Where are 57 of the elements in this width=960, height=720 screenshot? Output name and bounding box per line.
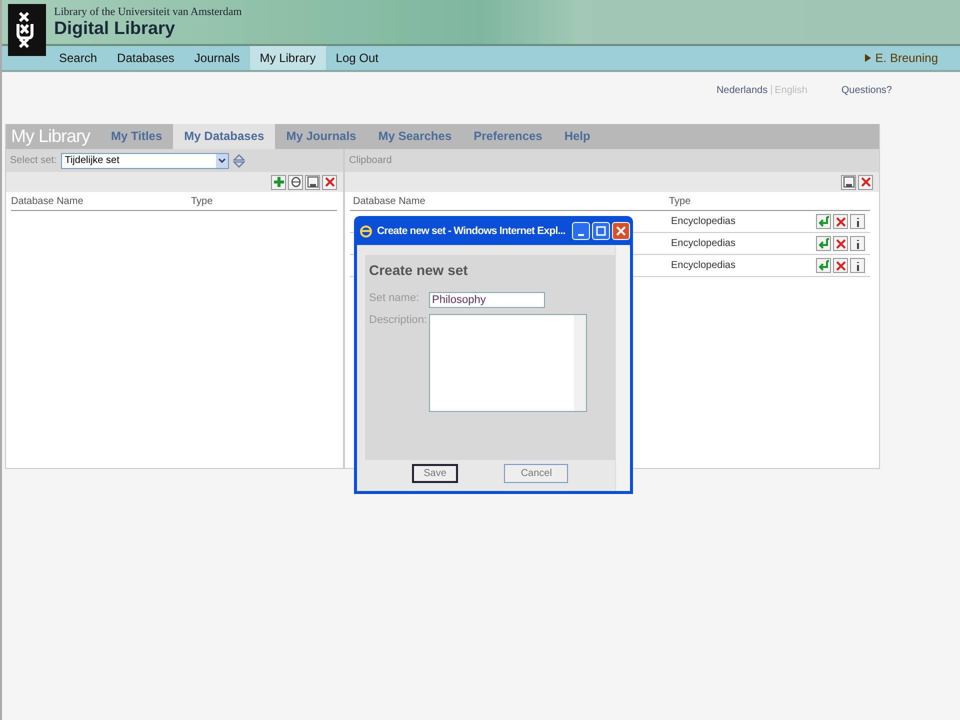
- table-cell-text: Encyclopedias: [671, 216, 736, 227]
- clipboard-label: Clipboard: [349, 155, 392, 166]
- move-icon[interactable]: [816, 236, 831, 251]
- scrollbar[interactable]: [615, 245, 630, 491]
- field-label: Set name:: [369, 292, 420, 306]
- close-icon: [616, 226, 626, 236]
- column-header: Database Name: [11, 196, 84, 207]
- maximize-icon: [596, 226, 606, 236]
- dropdown-icon[interactable]: [216, 154, 228, 168]
- maximize-button[interactable]: [592, 222, 610, 240]
- column-header: Type: [669, 196, 691, 207]
- add-icon[interactable]: [271, 174, 286, 190]
- minimize-button[interactable]: [572, 222, 590, 240]
- banner-subtitle: Library of the Universiteit van Amsterdam: [54, 6, 242, 18]
- table-cell-text: Encyclopedias: [671, 238, 736, 249]
- close-button[interactable]: [612, 222, 630, 240]
- save-icon[interactable]: [305, 174, 320, 190]
- site-title: Digital Library: [54, 18, 176, 38]
- column-header: Type: [191, 196, 213, 207]
- arrow-icon: [865, 54, 872, 62]
- select-label: Select set:: [10, 155, 57, 166]
- info-icon[interactable]: [850, 214, 865, 229]
- delete-icon[interactable]: [322, 174, 337, 190]
- tab[interactable]: My Databases: [173, 124, 276, 149]
- move-icon[interactable]: [816, 258, 831, 273]
- nav-link[interactable]: Log Out: [326, 46, 388, 70]
- questions-link[interactable]: Questions?: [841, 84, 892, 96]
- table-cell-text: Encyclopedias: [671, 260, 736, 271]
- column-header: Database Name: [353, 196, 426, 207]
- language-link[interactable]: Nederlands: [716, 84, 768, 96]
- nav-link[interactable]: Databases: [107, 46, 184, 70]
- nav-link[interactable]: Search: [49, 46, 108, 70]
- window-title: Create new set - Windows Internet Expl...: [377, 224, 566, 236]
- delete-icon[interactable]: [858, 174, 873, 190]
- edit-icon[interactable]: [288, 174, 303, 190]
- dialog-button[interactable]: Save: [412, 464, 458, 483]
- nav-link[interactable]: Journals: [184, 46, 250, 70]
- description-field[interactable]: [429, 314, 587, 412]
- set-dropdown[interactable]: Tijdelijke set: [60, 152, 229, 168]
- set-name-field[interactable]: Philosophy: [429, 292, 545, 308]
- field-label: Description:: [369, 314, 428, 328]
- move-icon[interactable]: [816, 214, 831, 229]
- save-icon[interactable]: [841, 174, 856, 190]
- delete-icon[interactable]: [833, 214, 848, 229]
- user-link[interactable]: E. Breuning: [875, 51, 938, 65]
- section-title: My Library: [10, 125, 92, 148]
- info-icon[interactable]: [850, 258, 865, 273]
- browser-icon: [359, 224, 373, 238]
- nav-link[interactable]: My Library: [250, 46, 326, 70]
- delete-icon[interactable]: [833, 258, 848, 273]
- info-icon[interactable]: [850, 236, 865, 251]
- dialog-heading: Create new set: [369, 261, 469, 280]
- minimize-icon: [578, 234, 584, 236]
- logo-icon: [8, 4, 46, 56]
- sort-icon[interactable]: [232, 154, 245, 168]
- dialog-button[interactable]: Cancel: [504, 464, 568, 483]
- delete-icon[interactable]: [833, 236, 848, 251]
